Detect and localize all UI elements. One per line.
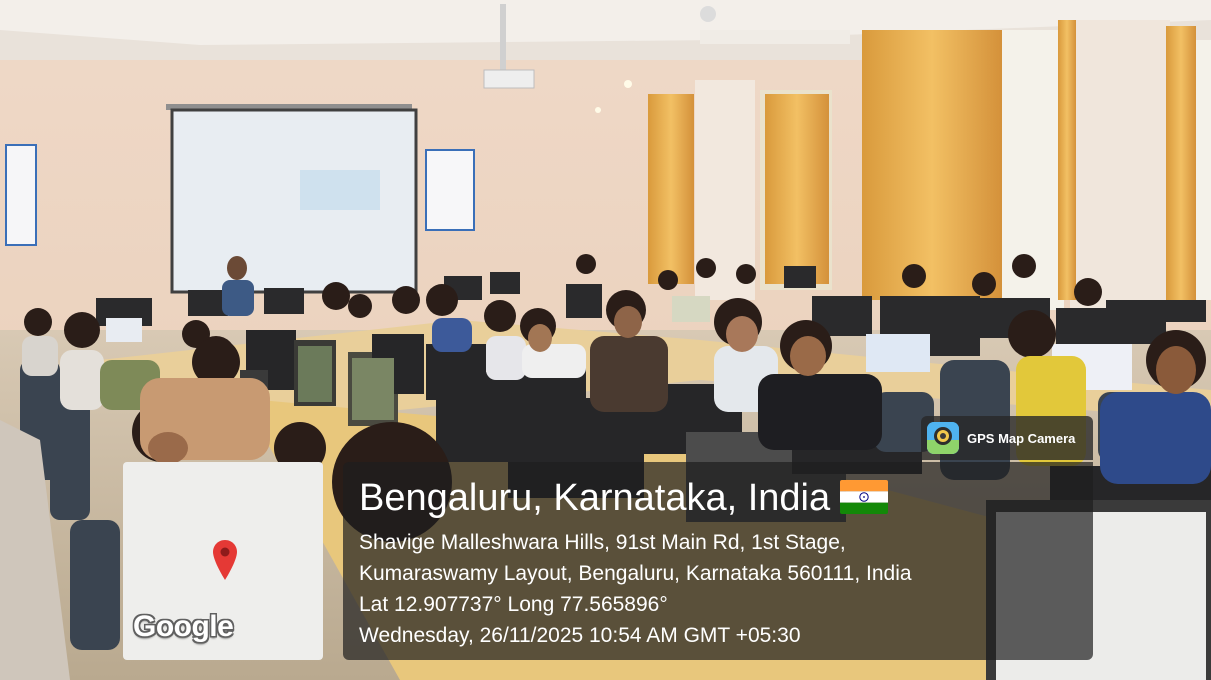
map-pin-icon	[213, 540, 237, 580]
app-badge: GPS Map Camera	[921, 416, 1093, 460]
datetime: Wednesday, 26/11/2025 10:54 AM GMT +05:3…	[359, 624, 801, 647]
india-flag-icon	[840, 479, 889, 514]
address-line-2: Kumaraswamy Layout, Bengaluru, Karnataka…	[359, 562, 912, 585]
coordinates: Lat 12.907737° Long 77.565896°	[359, 593, 668, 616]
location-title-text: Bengaluru, Karnataka, India	[359, 477, 831, 519]
address-line-1: Shavige Malleshwara Hills, 91st Main Rd,…	[359, 531, 846, 554]
map-thumbnail: Google	[123, 462, 323, 660]
map-camera-icon	[927, 422, 959, 454]
location-title: Bengaluru, Karnataka, India	[359, 476, 889, 520]
location-panel: Bengaluru, Karnataka, India Shavige Mall…	[343, 462, 1093, 660]
app-name: GPS Map Camera	[967, 430, 1076, 446]
google-logo: Google	[133, 610, 234, 643]
